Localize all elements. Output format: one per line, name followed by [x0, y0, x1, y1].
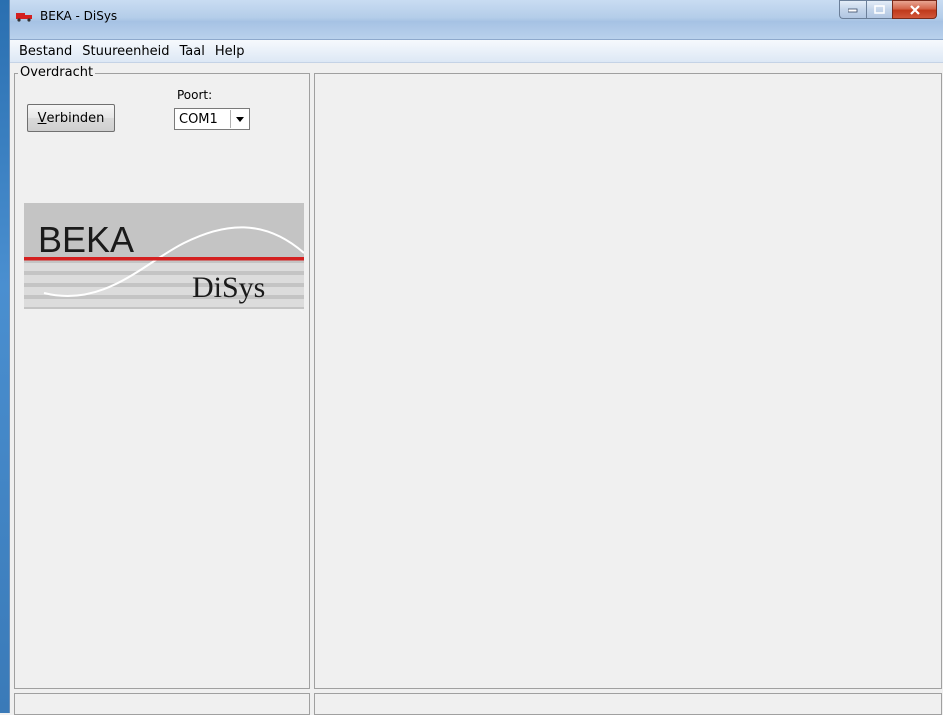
menu-help[interactable]: Help [210, 44, 250, 59]
app-window: BEKA - DiSys Bestand Stuureenheid Taal H… [9, 0, 943, 715]
connect-button-mnemonic: V [37, 110, 47, 126]
port-select[interactable]: COM1 [174, 108, 250, 130]
status-panel-right [314, 693, 942, 715]
port-label: Poort: [177, 88, 213, 102]
status-panel-left [14, 693, 310, 715]
content-panel [314, 73, 942, 689]
menu-bar: Bestand Stuureenheid Taal Help [10, 40, 943, 63]
maximize-button[interactable] [866, 0, 892, 19]
close-button[interactable] [892, 0, 937, 19]
transfer-panel: Overdracht Verbinden Poort: COM1 BEKA Di… [14, 65, 310, 689]
connect-button-label: erbinden [46, 110, 105, 126]
port-select-value: COM1 [179, 111, 218, 127]
maximize-icon [874, 5, 885, 14]
menu-taal[interactable]: Taal [174, 44, 209, 59]
minimize-button[interactable] [839, 0, 866, 19]
beka-disys-logo: BEKA DiSys [24, 203, 305, 309]
transfer-group-label: Overdracht [18, 65, 96, 80]
logo-product: DiSys [192, 271, 265, 304]
title-bar[interactable]: BEKA - DiSys [10, 0, 943, 40]
app-icon [16, 11, 34, 22]
menu-stuureenheid[interactable]: Stuureenheid [77, 44, 174, 59]
minimize-icon [848, 8, 858, 12]
window-controls [839, 0, 937, 20]
desktop-background [0, 0, 9, 713]
connect-button[interactable]: Verbinden [27, 104, 115, 132]
close-icon [909, 4, 920, 15]
window-title: BEKA - DiSys [40, 9, 118, 23]
logo-brand: BEKA [38, 219, 134, 260]
chevron-down-icon[interactable] [230, 110, 248, 128]
menu-bestand[interactable]: Bestand [14, 44, 77, 59]
